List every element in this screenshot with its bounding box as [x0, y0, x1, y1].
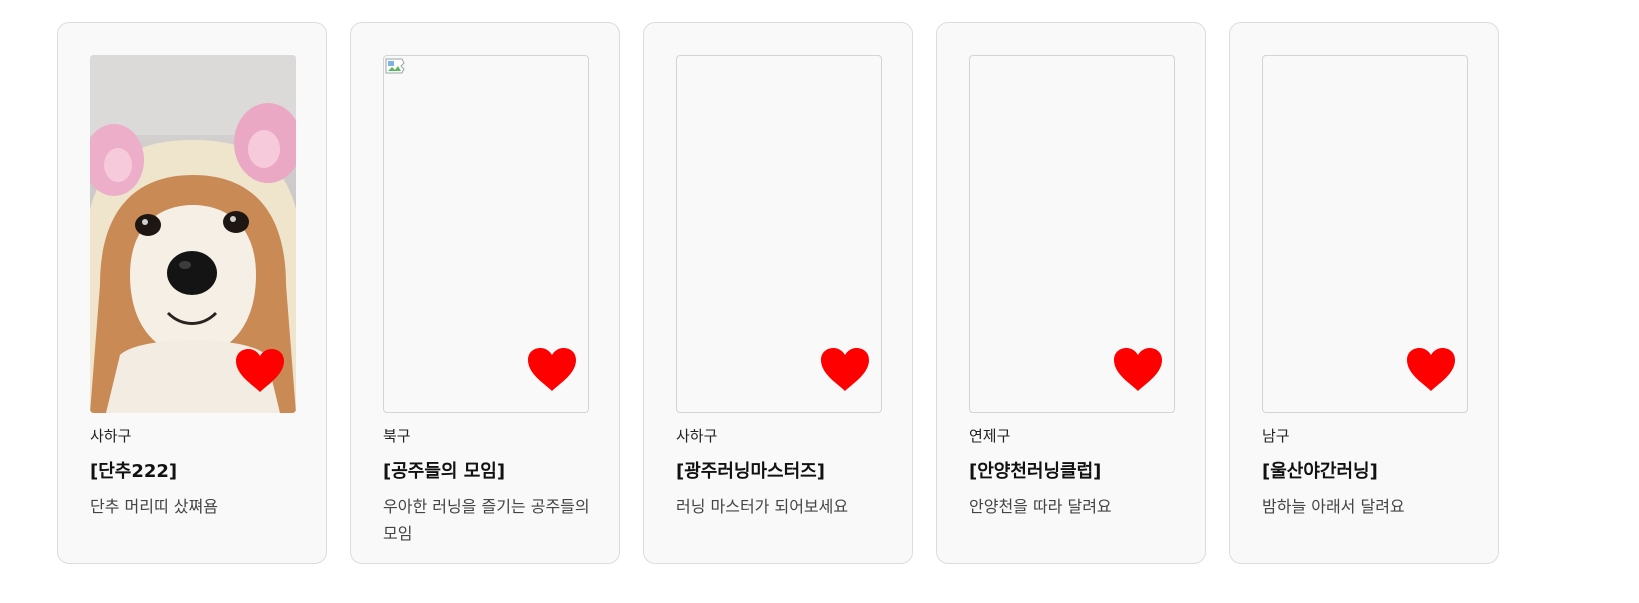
card-title: [안양천러닝클럽]	[969, 461, 1102, 482]
card-region: 사하구	[90, 427, 132, 445]
club-thumbnail	[1262, 55, 1468, 413]
card-region: 남구	[1262, 427, 1290, 445]
card-title: [공주들의 모임]	[383, 461, 506, 482]
heart-icon[interactable]	[236, 349, 284, 393]
club-thumbnail	[90, 55, 296, 413]
heart-icon[interactable]	[1114, 348, 1162, 392]
club-card[interactable]: 남구 [울산야간러닝] 밤하늘 아래서 달려요	[1229, 22, 1499, 564]
club-card-grid: 사하구 [단추222] 단추 머리띠 샀쪄욤 북구 [공주들의 모임] 우아한 …	[57, 22, 1499, 564]
broken-image-icon	[385, 58, 405, 74]
club-card[interactable]: 연제구 [안양천러닝클럽] 안양천을 따라 달려요	[936, 22, 1206, 564]
club-card[interactable]: 사하구 [단추222] 단추 머리띠 샀쪄욤	[57, 22, 327, 564]
card-title: [단추222]	[90, 461, 178, 482]
card-description: 우아한 러닝을 즐기는 공주들의 모임	[383, 497, 590, 543]
card-description: 밤하늘 아래서 달려요	[1262, 497, 1405, 516]
card-region: 사하구	[676, 427, 718, 445]
club-card[interactable]: 북구 [공주들의 모임] 우아한 러닝을 즐기는 공주들의 모임	[350, 22, 620, 564]
card-description: 안양천을 따라 달려요	[969, 497, 1112, 516]
club-thumbnail	[969, 55, 1175, 413]
card-title: [광주러닝마스터즈]	[676, 461, 825, 482]
card-description: 러닝 마스터가 되어보세요	[676, 497, 849, 516]
heart-icon[interactable]	[528, 348, 576, 392]
card-region: 북구	[383, 427, 411, 445]
heart-icon[interactable]	[821, 348, 869, 392]
heart-icon[interactable]	[1407, 348, 1455, 392]
card-title: [울산야간러닝]	[1262, 461, 1378, 482]
club-thumbnail	[383, 55, 589, 413]
club-card[interactable]: 사하구 [광주러닝마스터즈] 러닝 마스터가 되어보세요	[643, 22, 913, 564]
card-region: 연제구	[969, 427, 1011, 445]
club-thumbnail	[676, 55, 882, 413]
card-description: 단추 머리띠 샀쪄욤	[90, 497, 218, 516]
